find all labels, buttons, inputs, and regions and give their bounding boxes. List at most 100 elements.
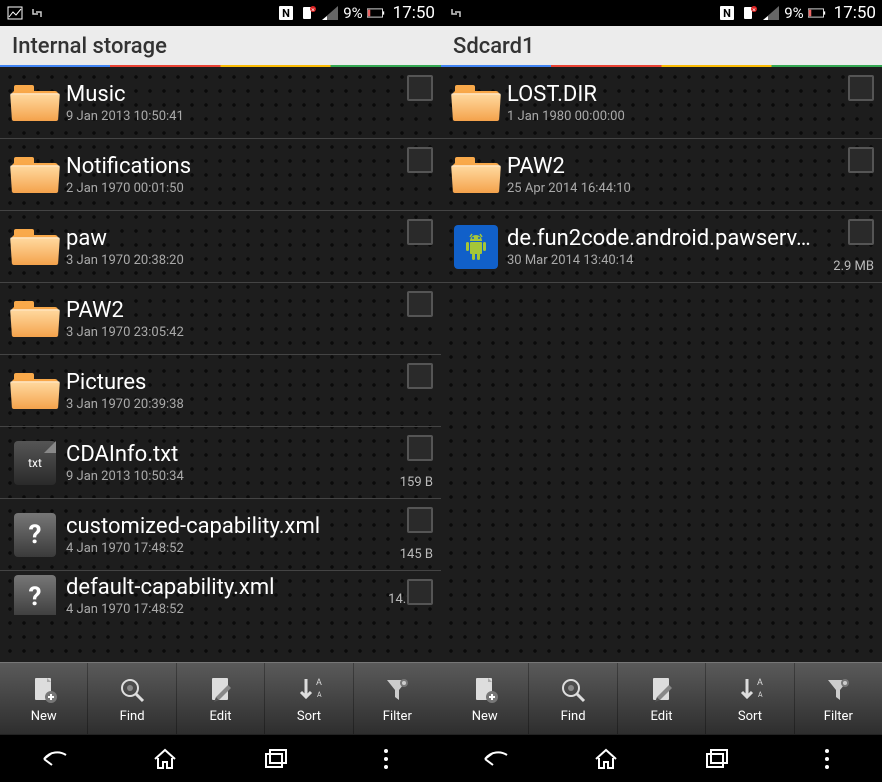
folder-icon bbox=[8, 301, 62, 337]
tool-find[interactable]: Find bbox=[88, 663, 176, 734]
nfc-icon: N bbox=[277, 5, 295, 21]
nfc-icon: N bbox=[718, 5, 736, 21]
tool-label: Filter bbox=[824, 709, 853, 724]
list-item[interactable]: ? default-capability.xml 4 Jan 1970 17:48… bbox=[0, 571, 441, 615]
home-button[interactable] bbox=[137, 741, 193, 777]
txt-icon: txt bbox=[8, 441, 62, 485]
select-checkbox[interactable] bbox=[407, 363, 433, 389]
back-button[interactable] bbox=[27, 741, 83, 777]
tool-label: New bbox=[472, 709, 498, 724]
file-list-left[interactable]: Music9 Jan 2013 10:50:41 Notifications 2 … bbox=[0, 67, 441, 662]
tool-filter[interactable]: Filter bbox=[354, 663, 441, 734]
edit-icon bbox=[645, 673, 679, 707]
new-icon bbox=[468, 673, 502, 707]
select-checkbox[interactable] bbox=[407, 219, 433, 245]
tool-sort[interactable]: AA Sort bbox=[706, 663, 794, 734]
home-button[interactable] bbox=[578, 741, 634, 777]
filter-icon bbox=[821, 673, 855, 707]
menu-button[interactable] bbox=[799, 741, 855, 777]
select-checkbox[interactable] bbox=[848, 219, 874, 245]
recent-button[interactable] bbox=[248, 741, 304, 777]
select-checkbox[interactable] bbox=[407, 507, 433, 533]
svg-text:✕: ✕ bbox=[752, 8, 756, 14]
sort-icon: AA bbox=[733, 673, 767, 707]
tool-edit[interactable]: Edit bbox=[177, 663, 265, 734]
file-date: 9 Jan 2013 10:50:41 bbox=[66, 109, 433, 124]
select-checkbox[interactable] bbox=[407, 579, 433, 605]
file-name: LOST.DIR bbox=[507, 82, 874, 107]
list-item[interactable]: paw3 Jan 1970 20:38:20 bbox=[0, 211, 441, 283]
file-date: 4 Jan 1970 17:48:52 bbox=[66, 602, 433, 615]
sync-icon bbox=[28, 5, 46, 21]
tool-find[interactable]: Find bbox=[529, 663, 617, 734]
toolbar: New Find Edit AA Sort Filter bbox=[0, 662, 441, 734]
file-date: 25 Apr 2014 16:44:10 bbox=[507, 181, 874, 196]
unknown-file-icon: ? bbox=[8, 575, 62, 615]
recent-button[interactable] bbox=[689, 741, 745, 777]
file-name: PAW2 bbox=[507, 154, 874, 179]
folder-icon bbox=[449, 85, 503, 121]
battery-icon bbox=[808, 5, 826, 21]
list-item[interactable]: Notifications 2 Jan 1970 00:01:50 bbox=[0, 139, 441, 211]
svg-text:N: N bbox=[723, 7, 731, 20]
file-name: paw bbox=[66, 226, 433, 251]
tool-filter[interactable]: Filter bbox=[795, 663, 882, 734]
select-checkbox[interactable] bbox=[407, 147, 433, 173]
new-icon bbox=[27, 673, 61, 707]
select-checkbox[interactable] bbox=[407, 435, 433, 461]
file-date: 2 Jan 1970 00:01:50 bbox=[66, 181, 433, 196]
pane-sdcard: N ✕ 9% 17:50 Sdcard1 LOST.DIR1 Jan 1980 … bbox=[441, 0, 882, 782]
select-checkbox[interactable] bbox=[407, 75, 433, 101]
file-list-right[interactable]: LOST.DIR 1 Jan 1980 00:00:00 PAW2 25 Apr 2… bbox=[441, 67, 882, 662]
list-item[interactable]: LOST.DIR 1 Jan 1980 00:00:00 bbox=[441, 67, 882, 139]
toolbar: New Find Edit AA Sort Filter bbox=[441, 662, 882, 734]
folder-icon bbox=[449, 157, 503, 193]
sim-error-icon: ✕ bbox=[299, 5, 317, 21]
list-item[interactable]: PAW2 25 Apr 2014 16:44:10 bbox=[441, 139, 882, 211]
file-name: default-capability.xml bbox=[66, 575, 433, 600]
folder-icon bbox=[8, 85, 62, 121]
list-item[interactable]: de.fun2code.android.pawserv…30 Mar 2014 … bbox=[441, 211, 882, 283]
file-size: 159 B bbox=[400, 475, 433, 490]
file-date: 1 Jan 1980 00:00:00 bbox=[507, 109, 874, 124]
svg-text:A: A bbox=[757, 678, 763, 688]
list-item[interactable]: ? customized-capability.xml4 Jan 1970 17… bbox=[0, 499, 441, 571]
battery-icon bbox=[367, 5, 385, 21]
battery-pct: 9% bbox=[784, 4, 803, 22]
tool-label: Find bbox=[561, 709, 586, 724]
tool-new[interactable]: New bbox=[0, 663, 88, 734]
tool-label: Sort bbox=[738, 709, 762, 724]
edit-icon bbox=[204, 673, 238, 707]
folder-icon bbox=[8, 373, 62, 409]
status-bar: N ✕ 9% 17:50 bbox=[0, 0, 441, 26]
file-name: CDAInfo.txt bbox=[66, 442, 433, 467]
file-name: Pictures bbox=[66, 370, 433, 395]
tool-new[interactable]: New bbox=[441, 663, 529, 734]
tool-sort[interactable]: AA Sort bbox=[265, 663, 353, 734]
file-name: Notifications bbox=[66, 154, 433, 179]
unknown-file-icon: ? bbox=[8, 513, 62, 557]
apk-icon bbox=[449, 225, 503, 269]
sync-icon bbox=[447, 5, 465, 21]
file-date: 30 Mar 2014 13:40:14 bbox=[507, 253, 874, 268]
list-item[interactable]: PAW23 Jan 1970 23:05:42 bbox=[0, 283, 441, 355]
list-item[interactable]: Music9 Jan 2013 10:50:41 bbox=[0, 67, 441, 139]
menu-button[interactable] bbox=[358, 741, 414, 777]
select-checkbox[interactable] bbox=[848, 147, 874, 173]
select-checkbox[interactable] bbox=[407, 291, 433, 317]
folder-icon bbox=[8, 229, 62, 265]
file-date: 9 Jan 2013 10:50:34 bbox=[66, 469, 433, 484]
list-item[interactable]: Pictures 3 Jan 1970 20:39:38 bbox=[0, 355, 441, 427]
signal-icon bbox=[321, 5, 339, 21]
file-size: 145 B bbox=[400, 547, 433, 562]
tool-label: Filter bbox=[383, 709, 412, 724]
svg-text:A: A bbox=[758, 691, 763, 699]
back-button[interactable] bbox=[468, 741, 524, 777]
list-item[interactable]: txt CDAInfo.txt 9 Jan 2013 10:50:34 159 B bbox=[0, 427, 441, 499]
find-icon bbox=[556, 673, 590, 707]
find-icon bbox=[115, 673, 149, 707]
tool-edit[interactable]: Edit bbox=[618, 663, 706, 734]
tool-label: Edit bbox=[651, 709, 673, 724]
file-date: 3 Jan 1970 20:39:38 bbox=[66, 397, 433, 412]
select-checkbox[interactable] bbox=[848, 75, 874, 101]
